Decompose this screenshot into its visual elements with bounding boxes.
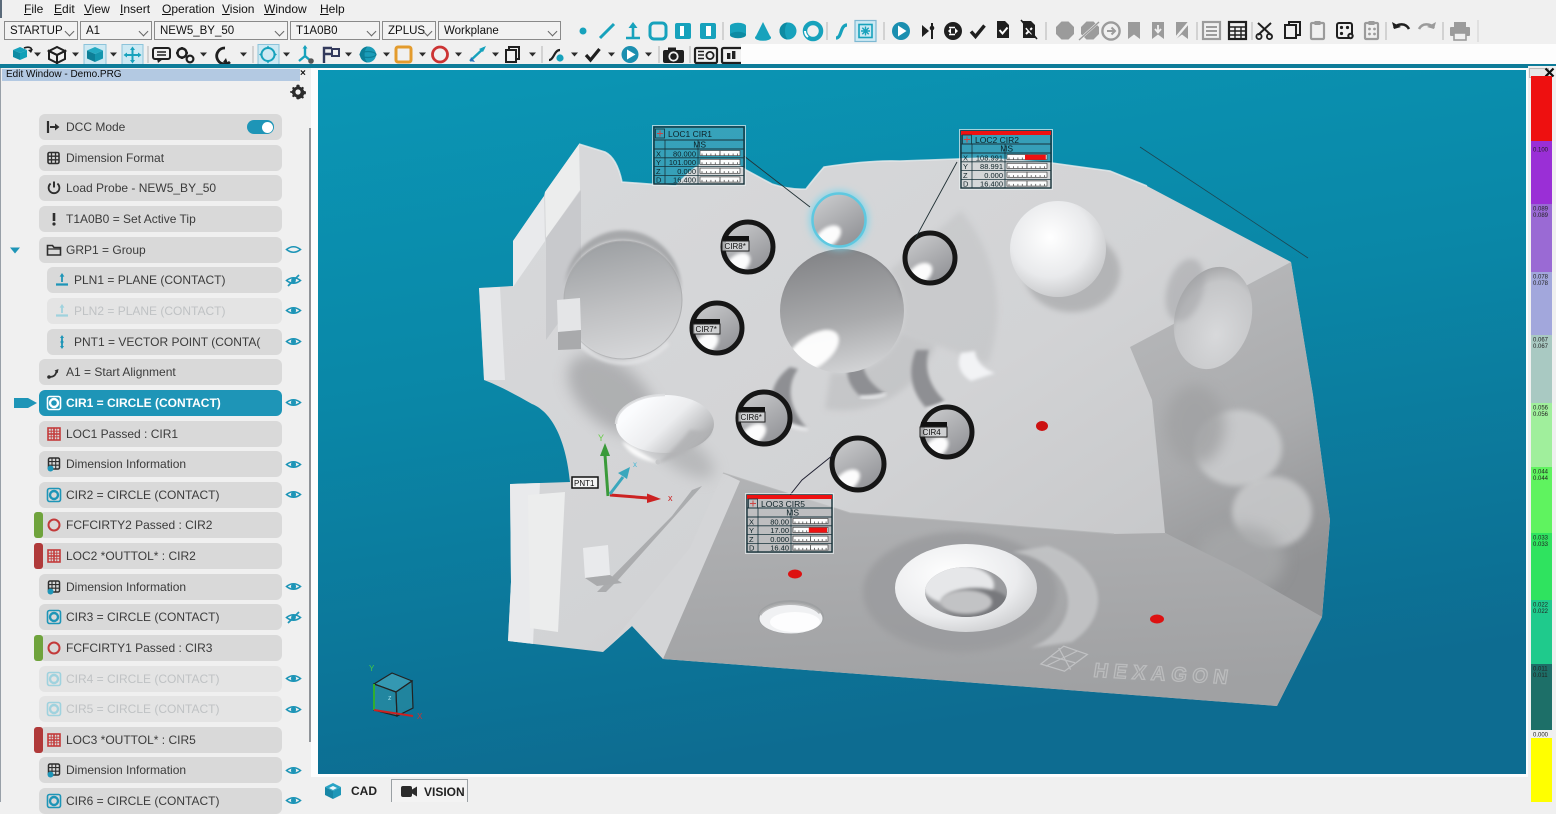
svg-text:X: X [656, 149, 661, 158]
svg-text:0.078: 0.078 [1533, 275, 1549, 281]
svg-text:88.991: 88.991 [980, 162, 1003, 171]
svg-text:0.100: 0.100 [1533, 148, 1549, 154]
svg-text:16.400: 16.400 [673, 176, 696, 185]
svg-text:16.400: 16.400 [980, 180, 1003, 189]
svg-text:0.056: 0.056 [1533, 412, 1549, 418]
svg-text:CIR7*: CIR7* [696, 325, 717, 334]
svg-text:CIR6*: CIR6* [741, 413, 762, 422]
svg-text:0.078: 0.078 [1533, 281, 1549, 287]
svg-text:0.089: 0.089 [1533, 207, 1549, 213]
svg-text:MS: MS [786, 508, 799, 518]
svg-text:X: X [749, 517, 754, 526]
svg-text:0.089: 0.089 [1533, 213, 1549, 219]
svg-text:0.067: 0.067 [1533, 344, 1549, 350]
svg-text:0.000: 0.000 [770, 535, 789, 544]
svg-text:Z: Z [749, 535, 754, 544]
svg-text:D: D [656, 176, 662, 185]
svg-text:0.033: 0.033 [1533, 542, 1549, 548]
svg-text:Y: Y [749, 526, 754, 535]
svg-text:D: D [963, 180, 969, 189]
svg-text:X: X [417, 712, 423, 721]
svg-text:Z: Z [656, 167, 661, 176]
svg-text:LOC1 CIR1: LOC1 CIR1 [668, 129, 712, 139]
svg-text:80.000: 80.000 [673, 149, 696, 158]
svg-text:108.991: 108.991 [976, 153, 1003, 162]
svg-text:0.011: 0.011 [1533, 673, 1548, 679]
svg-text:101.000: 101.000 [669, 158, 696, 167]
svg-text:Y: Y [369, 664, 375, 673]
svg-text:0.022: 0.022 [1533, 603, 1549, 609]
svg-text:x: x [633, 460, 637, 469]
svg-text:0.000: 0.000 [984, 171, 1003, 180]
svg-text:0.011: 0.011 [1533, 667, 1548, 673]
svg-text:X: X [963, 153, 968, 162]
svg-text:MS: MS [1000, 144, 1013, 154]
svg-text:PNT1: PNT1 [574, 479, 595, 488]
svg-text:z: z [388, 695, 392, 702]
svg-text:80.00: 80.00 [770, 517, 789, 526]
svg-text:Y: Y [963, 162, 968, 171]
svg-text:MS: MS [693, 140, 706, 150]
svg-text:16.40: 16.40 [770, 544, 789, 553]
svg-text:0.044: 0.044 [1533, 476, 1549, 482]
svg-text:Y: Y [656, 158, 661, 167]
svg-text:0.056: 0.056 [1533, 406, 1549, 412]
svg-text:D: D [749, 544, 755, 553]
svg-text:CIR8*: CIR8* [725, 242, 746, 251]
svg-text:CIR4: CIR4 [923, 428, 942, 437]
svg-text:17.00: 17.00 [770, 526, 789, 535]
svg-text:Y: Y [598, 433, 604, 443]
svg-text:Z: Z [963, 171, 968, 180]
svg-text:0.044: 0.044 [1533, 470, 1549, 476]
svg-text:0.000: 0.000 [1533, 733, 1549, 739]
svg-text:0.000: 0.000 [677, 167, 696, 176]
svg-text:0.033: 0.033 [1533, 536, 1549, 542]
svg-text:x: x [668, 493, 673, 503]
svg-text:0.022: 0.022 [1533, 609, 1549, 615]
svg-text:0.067: 0.067 [1533, 338, 1549, 344]
